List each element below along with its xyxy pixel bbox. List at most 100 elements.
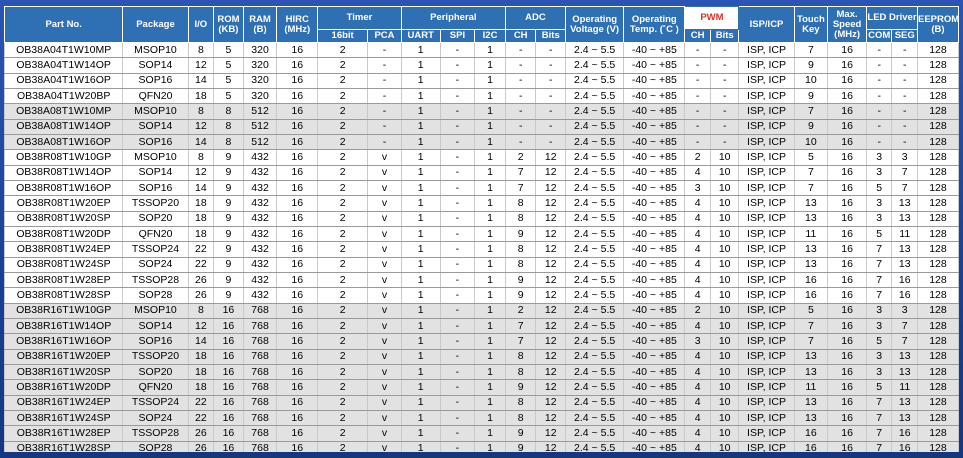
table-row: OB38A04T1W16OP SOP16 14 5 320 16 2-1-1- -2.4 ~ … [4,73,959,89]
cell-temp: -40 ~ +85 [623,272,686,289]
cell-max-speed: 16 [827,73,867,89]
cell-isp-icp: ISP, ICP [738,287,795,304]
cell-led-com: 5 [865,333,893,350]
cell-pwm-bits: 10 [709,241,740,258]
cell-part-no: OB38R08T1W20DP [4,226,124,243]
cell-touch-key: 13 [793,241,829,258]
cell-spi: - [439,395,476,411]
cell-spi: - [439,272,476,289]
cell-pwm-ch: - [684,134,711,151]
table-row: OB38R16T1W14OP SOP14 12 16 768 16 2 v 1-1 7 12 2.4 … [4,318,959,335]
cell-spi: - [439,180,476,197]
cell-temp: -40 ~ +85 [623,318,686,335]
cell-package: SOP20 [122,364,189,381]
cell-timer-pca: v [367,195,402,212]
cell-hirc: 16 [276,395,319,411]
cell-voltage: 2.4 ~ 5.5 [565,119,625,135]
table-row: OB38R08T1W20DP QFN20 18 9 432 16 2 v 1-1 9 12 2.4 ~… [4,226,959,243]
cell-eeprom: 128 [916,272,959,289]
cell-ram: 768 [242,318,278,335]
cell-uart: 1 [400,379,441,396]
header-led-com: COM [865,29,893,43]
cell-adc-ch: 8 [504,241,537,258]
cell-eeprom: 128 [916,57,959,74]
cell-led-com: 7 [865,287,893,304]
cell-led-com: - [865,119,893,135]
header-temp: Operating Temp. (˚C ) [623,6,686,43]
cell-touch-key: 9 [793,88,829,105]
cell-part-no: OB38A08T1W10MP [4,103,124,120]
cell-touch-key: 11 [793,226,829,243]
cell-part-no: OB38R08T1W28SP [4,287,124,304]
cell-led-com: 7 [865,272,893,289]
cell-max-speed: 16 [827,364,867,381]
table-row: OB38R16T1W10GP MSOP10 8 16 768 16 2 v 1-1 2 12 2.4 … [4,303,959,319]
cell-io: 12 [187,119,215,135]
cell-led-com: 3 [865,318,893,335]
cell-i2c: 1 [474,410,506,427]
cell-adc-bits: 12 [535,441,567,452]
cell-part-no: OB38R08T1W14OP [4,165,124,181]
cell-adc-bits: 12 [535,395,567,411]
cell-eeprom: 128 [916,318,959,335]
cell-timer-16bit: 2 [317,42,369,59]
cell-i2c: 1 [474,272,506,289]
cell-pwm-bits: 10 [709,441,740,452]
cell-temp: -40 ~ +85 [623,149,686,166]
cell-eeprom: 128 [916,364,959,381]
cell-part-no: OB38R08T1W20SP [4,211,124,227]
cell-led-seg: 7 [891,165,918,181]
cell-timer-pca: v [367,425,402,442]
cell-touch-key: 7 [793,180,829,197]
cell-spi: - [439,73,476,89]
cell-max-speed: 16 [827,134,867,151]
cell-hirc: 16 [276,257,319,273]
cell-rom: 16 [213,364,244,381]
cell-isp-icp: ISP, ICP [738,379,795,396]
cell-voltage: 2.4 ~ 5.5 [565,134,625,151]
cell-hirc: 16 [276,211,319,227]
cell-eeprom: 128 [916,149,959,166]
cell-touch-key: 13 [793,257,829,273]
cell-led-seg: - [891,119,918,135]
cell-ram: 432 [242,165,278,181]
cell-voltage: 2.4 ~ 5.5 [565,73,625,89]
cell-max-speed: 16 [827,57,867,74]
cell-pwm-ch: 3 [684,333,711,350]
header-peripheral: Peripheral [400,6,506,30]
cell-io: 26 [187,425,215,442]
cell-io: 18 [187,379,215,396]
cell-spi: - [439,57,476,74]
cell-package: MSOP10 [122,42,189,59]
cell-pwm-bits: - [709,103,740,120]
cell-isp-icp: ISP, ICP [738,364,795,381]
cell-hirc: 16 [276,287,319,304]
cell-io: 18 [187,195,215,212]
cell-io: 22 [187,257,215,273]
cell-hirc: 16 [276,425,319,442]
cell-led-com: 5 [865,226,893,243]
cell-i2c: 1 [474,303,506,319]
cell-temp: -40 ~ +85 [623,180,686,197]
cell-spi: - [439,211,476,227]
cell-eeprom: 128 [916,395,959,411]
cell-part-no: OB38A08T1W14OP [4,119,124,135]
cell-isp-icp: ISP, ICP [738,103,795,120]
cell-led-com: 3 [865,364,893,381]
cell-part-no: OB38A08T1W16OP [4,134,124,151]
cell-io: 12 [187,57,215,74]
cell-pwm-ch: 4 [684,195,711,212]
cell-adc-bits: - [535,119,567,135]
cell-adc-bits: 12 [535,379,567,396]
cell-timer-16bit: 2 [317,318,369,335]
cell-uart: 1 [400,410,441,427]
cell-pwm-ch: 4 [684,379,711,396]
cell-adc-ch: 2 [504,303,537,319]
cell-uart: 1 [400,257,441,273]
cell-adc-bits: - [535,42,567,59]
cell-rom: 5 [213,57,244,74]
cell-max-speed: 16 [827,88,867,105]
cell-hirc: 16 [276,410,319,427]
cell-temp: -40 ~ +85 [623,88,686,105]
cell-pwm-ch: - [684,119,711,135]
